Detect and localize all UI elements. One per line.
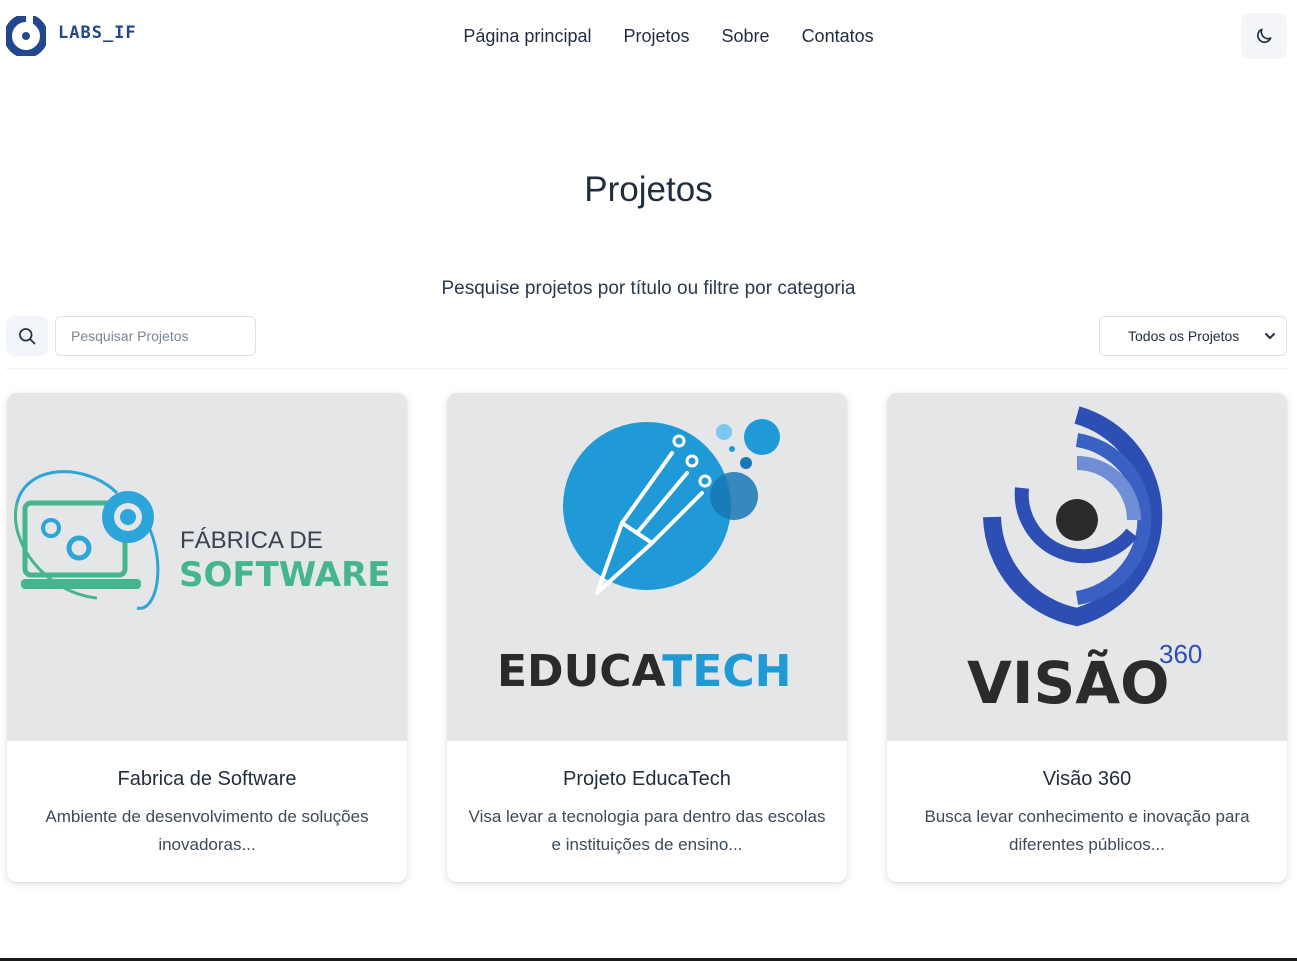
nav-link-home[interactable]: Página principal	[463, 26, 591, 47]
project-image: EDUCATECH	[447, 393, 847, 741]
nav-link-contacts[interactable]: Contatos	[802, 26, 874, 47]
project-description: Visa levar a tecnologia para dentro das …	[468, 807, 826, 854]
page-subtitle: Pesquise projetos por título ou filtre p…	[441, 278, 856, 299]
category-filter-select[interactable]: Todos os Projetos	[1099, 316, 1287, 356]
main-nav: Página principal Projetos Sobre Contatos	[0, 26, 1297, 47]
educatech-logo: EDUCATECH	[497, 419, 791, 697]
visao-360-logo: VISÃO 360	[967, 406, 1202, 717]
educatech-logo-part2: TECH	[662, 646, 791, 697]
chevron-down-icon	[1265, 333, 1275, 339]
divider	[6, 368, 1287, 369]
fabrica-logo-line1: FÁBRICA DE	[180, 527, 323, 554]
project-card-educatech[interactable]: EDUCATECH Projeto EducaTech Visa levar a…	[447, 393, 847, 882]
project-image: VISÃO 360	[887, 393, 1287, 741]
visao-logo-word: VISÃO	[967, 648, 1169, 717]
project-description: Busca levar conhecimento e inovação para…	[924, 807, 1250, 854]
page-title: Projetos	[584, 170, 713, 209]
moon-icon	[1257, 28, 1272, 43]
educatech-logo-part1: EDUCA	[497, 646, 666, 697]
project-card-visao-360[interactable]: VISÃO 360 Visão 360 Busca levar conhecim…	[887, 393, 1287, 882]
search-icon	[19, 328, 36, 345]
category-filter-value: Todos os Projetos	[1128, 328, 1240, 344]
nav-link-projects[interactable]: Projetos	[623, 26, 689, 47]
project-description: Ambiente de desenvolvimento de soluções …	[45, 807, 369, 854]
fabrica-software-logo: FÁBRICA DE SOFTWARE	[14, 470, 391, 610]
search-input[interactable]	[55, 316, 256, 356]
project-title: Visão 360	[1042, 768, 1132, 790]
fabrica-logo-line2: SOFTWARE	[179, 555, 391, 595]
project-card-fabrica-software[interactable]: FÁBRICA DE SOFTWARE Fabrica de Software …	[7, 393, 407, 882]
svg-text:EDUCATECH: EDUCATECH	[497, 646, 791, 697]
nav-link-about[interactable]: Sobre	[722, 26, 770, 47]
project-title: Fabrica de Software	[117, 768, 297, 790]
project-title: Projeto EducaTech	[563, 768, 731, 790]
theme-toggle-button[interactable]	[1241, 13, 1287, 59]
site-header: LABS_IF Página principal Projetos Sobre …	[0, 0, 1297, 76]
search-button[interactable]	[6, 316, 48, 356]
visao-logo-sup: 360	[1159, 639, 1202, 669]
project-image: FÁBRICA DE SOFTWARE	[7, 393, 407, 741]
